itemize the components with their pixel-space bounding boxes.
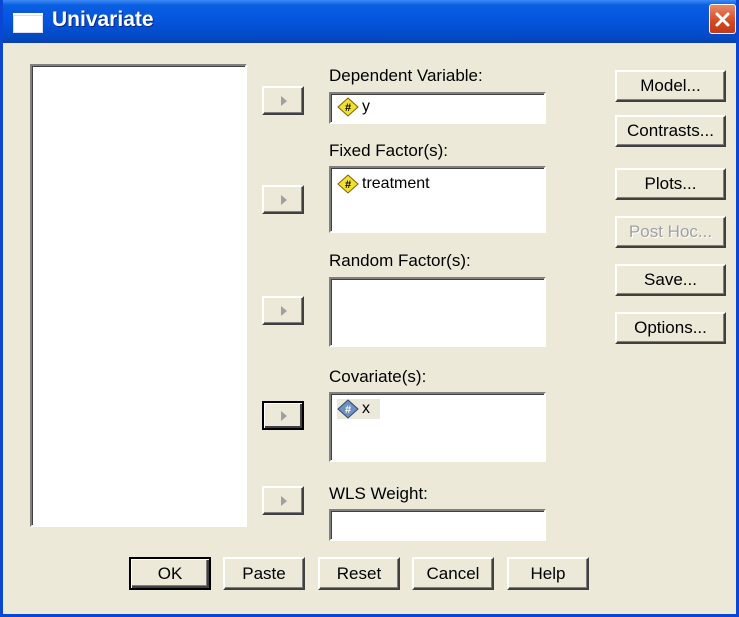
scale-variable-icon: # — [337, 399, 359, 419]
fixed-factors-list[interactable]: # treatment — [329, 166, 546, 233]
ok-button[interactable]: OK — [129, 557, 211, 590]
model-button[interactable]: Model... — [615, 70, 726, 102]
options-button[interactable]: Options... — [615, 312, 726, 344]
scale-variable-icon: # — [337, 174, 359, 194]
svg-text:#: # — [345, 102, 351, 114]
cancel-button[interactable]: Cancel — [412, 557, 494, 590]
variable-name: x — [362, 400, 370, 417]
dependent-variable-field[interactable]: # y — [329, 92, 546, 124]
fixed-factors-label: Fixed Factor(s): — [329, 141, 449, 160]
variable-item-treatment[interactable]: # treatment — [337, 174, 430, 194]
title-bar[interactable]: Univariate — [3, 0, 736, 43]
move-to-random-factor-button[interactable] — [262, 296, 304, 325]
close-icon — [715, 12, 730, 27]
variable-item-y[interactable]: # y — [337, 97, 370, 117]
wls-weight-label: WLS Weight: — [329, 484, 428, 503]
help-button[interactable]: Help — [507, 557, 589, 590]
reset-button[interactable]: Reset — [318, 557, 400, 590]
close-button[interactable] — [709, 4, 736, 34]
right-arrow-icon — [281, 195, 287, 205]
covariates-list[interactable]: # x — [329, 392, 546, 462]
window-title: Univariate — [52, 8, 154, 31]
random-factors-label: Random Factor(s): — [329, 251, 471, 270]
univariate-dialog: Univariate Dependent Variable: # y Fixed… — [0, 0, 739, 617]
variable-name: treatment — [362, 175, 430, 192]
source-variable-list[interactable] — [30, 64, 247, 527]
paste-button[interactable]: Paste — [223, 557, 305, 590]
variable-name: y — [362, 98, 370, 115]
covariates-label: Covariate(s): — [329, 367, 427, 386]
wls-weight-field[interactable] — [329, 509, 546, 541]
variable-item-x[interactable]: # x — [337, 399, 380, 419]
contrasts-button[interactable]: Contrasts... — [615, 115, 726, 147]
svg-text:#: # — [345, 404, 351, 416]
right-arrow-icon — [281, 306, 287, 316]
move-to-covariate-button[interactable] — [262, 401, 304, 430]
right-arrow-icon — [281, 96, 287, 106]
window-icon — [13, 13, 43, 33]
save-button[interactable]: Save... — [615, 264, 726, 296]
post-hoc-button[interactable]: Post Hoc... — [615, 216, 726, 248]
svg-text:#: # — [345, 179, 351, 191]
random-factors-list[interactable] — [329, 277, 546, 347]
right-arrow-icon — [281, 411, 287, 421]
right-arrow-icon — [281, 496, 287, 506]
scale-variable-icon: # — [337, 97, 359, 117]
move-to-dependent-button[interactable] — [262, 86, 304, 115]
plots-button[interactable]: Plots... — [615, 168, 726, 200]
move-to-wls-weight-button[interactable] — [262, 486, 304, 515]
move-to-fixed-factor-button[interactable] — [262, 185, 304, 214]
dependent-variable-label: Dependent Variable: — [329, 66, 483, 85]
